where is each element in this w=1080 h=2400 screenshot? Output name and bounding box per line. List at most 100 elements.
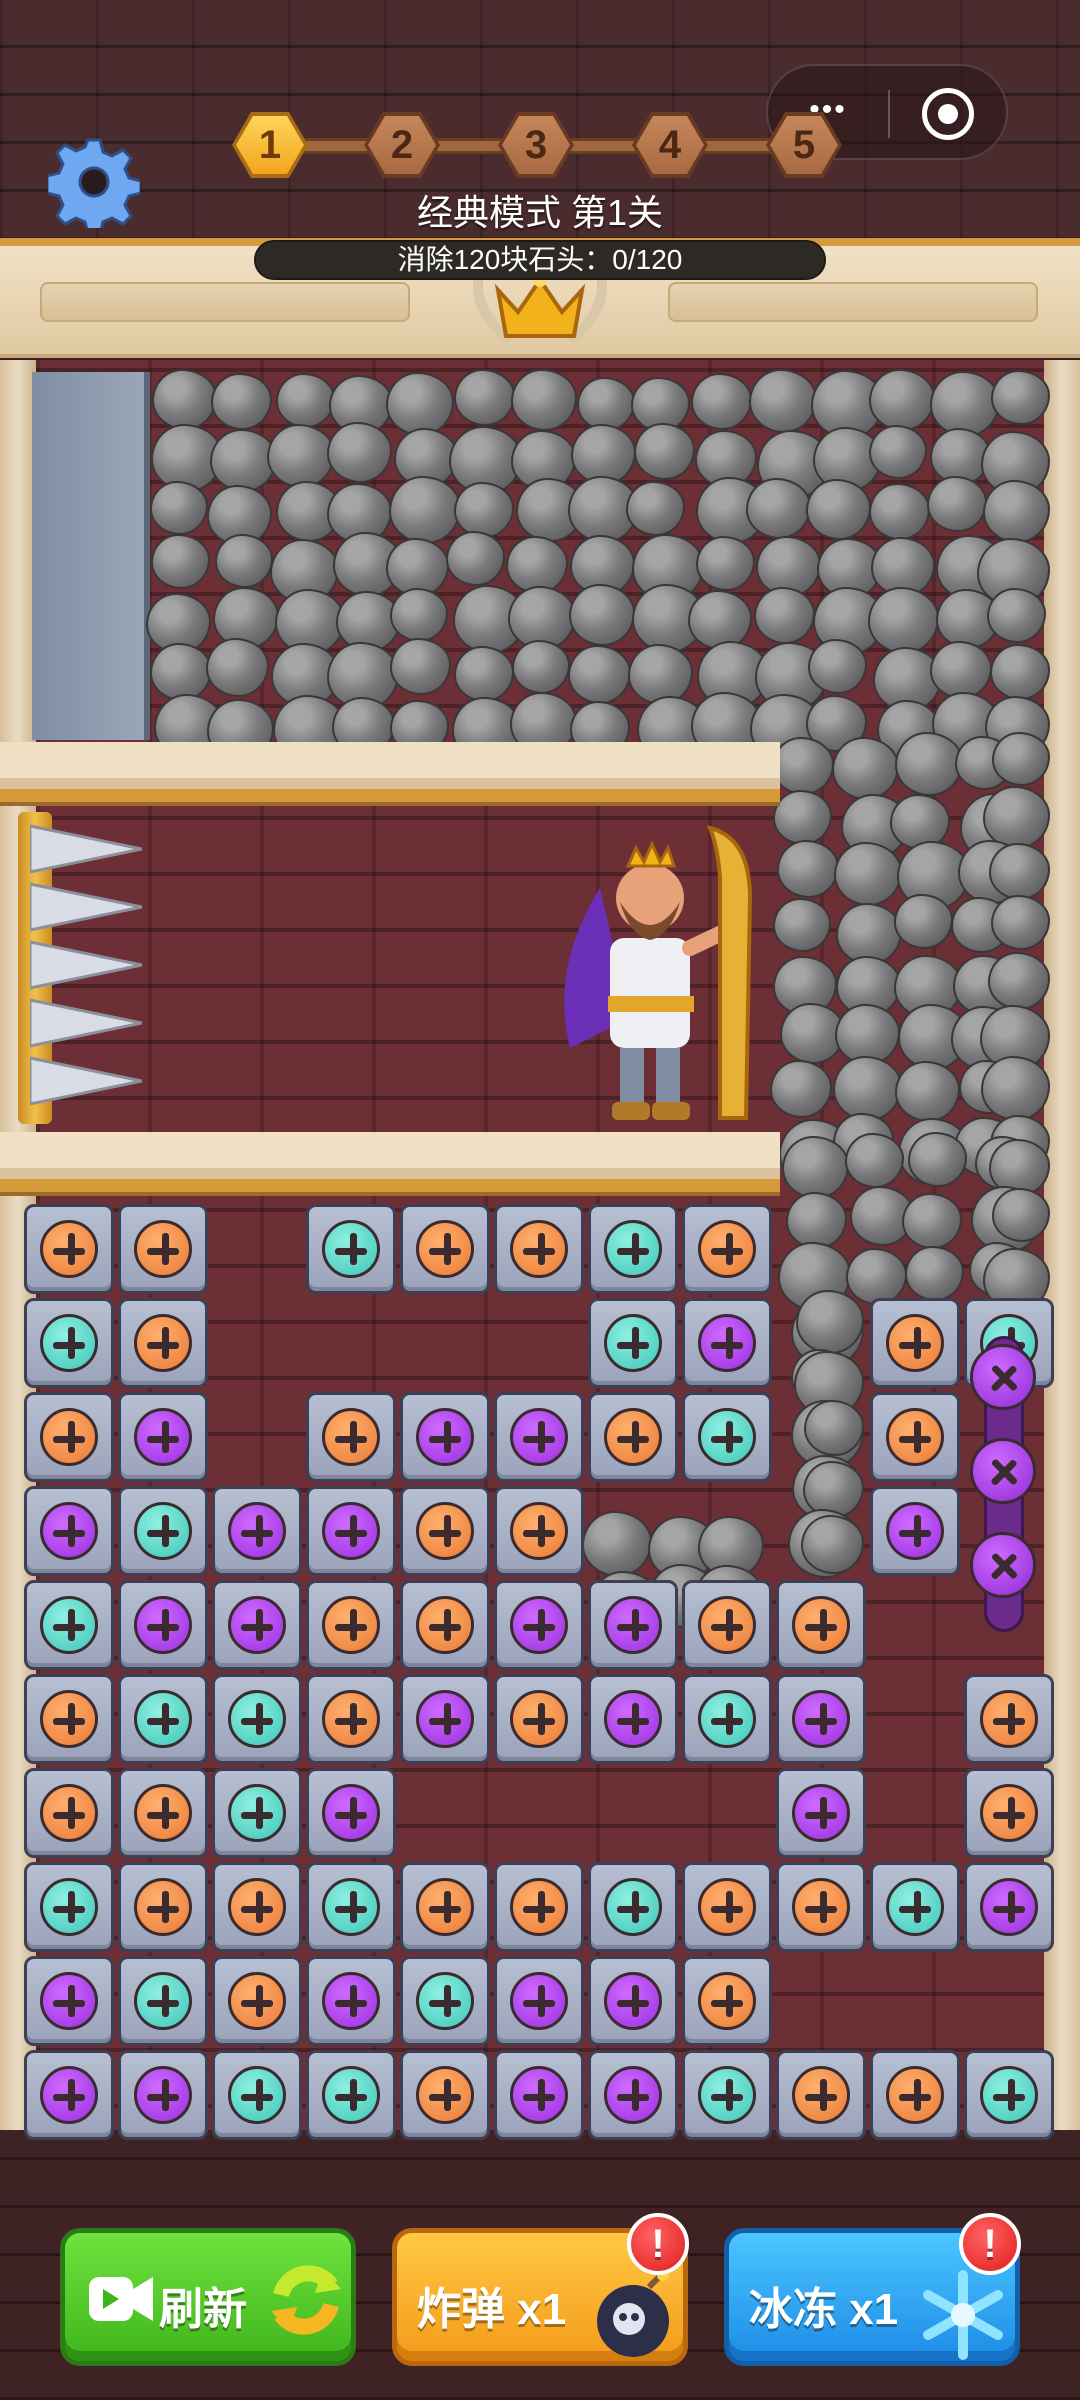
orange-screw-icon[interactable]	[604, 1408, 662, 1466]
screw-tile[interactable]	[682, 1674, 772, 1764]
screw-tile[interactable]	[306, 1580, 396, 1670]
orange-screw-icon[interactable]	[416, 1502, 474, 1560]
screw-tile[interactable]	[118, 1204, 208, 1294]
purple-screw-icon[interactable]	[604, 2066, 662, 2124]
purple-screw-icon[interactable]	[416, 1690, 474, 1748]
purple-screw-icon[interactable]	[698, 1314, 756, 1372]
teal-screw-icon[interactable]	[322, 1220, 380, 1278]
orange-screw-icon[interactable]	[416, 1878, 474, 1936]
teal-screw-icon[interactable]	[228, 2066, 286, 2124]
teal-screw-icon[interactable]	[322, 1878, 380, 1936]
purple-screw-icon[interactable]	[134, 1408, 192, 1466]
screw-tile[interactable]	[24, 1486, 114, 1576]
screw-tile[interactable]	[870, 1392, 960, 1482]
freeze-button[interactable]: 冰冻 x1 !	[724, 2213, 1021, 2366]
screw-tile[interactable]	[306, 1862, 396, 1952]
purple-screw-icon[interactable]	[604, 1972, 662, 2030]
screw-tile[interactable]	[494, 1580, 584, 1670]
screw-tile[interactable]	[494, 1862, 584, 1952]
screw-tile[interactable]	[306, 1204, 396, 1294]
purple-screw-icon[interactable]	[510, 1596, 568, 1654]
screw-tile[interactable]	[682, 2050, 772, 2140]
screw-tile[interactable]	[400, 1862, 490, 1952]
screw-tile[interactable]	[212, 1862, 302, 1952]
screw-tile[interactable]	[306, 1674, 396, 1764]
orange-screw-icon[interactable]	[134, 1878, 192, 1936]
orange-screw-icon[interactable]	[134, 1784, 192, 1842]
screw-tile[interactable]	[682, 1298, 772, 1388]
orange-screw-icon[interactable]	[40, 1220, 98, 1278]
gear-icon[interactable]	[48, 136, 140, 228]
teal-screw-icon[interactable]	[886, 1878, 944, 1936]
screw-tile[interactable]	[306, 1956, 396, 2046]
screw-tile[interactable]	[400, 1956, 490, 2046]
screw-tile[interactable]	[118, 1768, 208, 1858]
purple-screw-icon[interactable]	[40, 2066, 98, 2124]
screw-tile[interactable]	[682, 1392, 772, 1482]
orange-screw-icon[interactable]	[980, 1784, 1038, 1842]
screw-tile[interactable]	[870, 1486, 960, 1576]
purple-loose-screw-icon[interactable]	[970, 1438, 1036, 1504]
orange-screw-icon[interactable]	[510, 1878, 568, 1936]
refresh-button[interactable]: 刷新	[60, 2228, 356, 2366]
orange-screw-icon[interactable]	[698, 1972, 756, 2030]
screw-tile[interactable]	[682, 1862, 772, 1952]
screw-tile[interactable]	[24, 2050, 114, 2140]
screw-tile[interactable]	[24, 1768, 114, 1858]
teal-screw-icon[interactable]	[980, 2066, 1038, 2124]
screw-tile[interactable]	[118, 1486, 208, 1576]
screw-tile[interactable]	[964, 1674, 1054, 1764]
screw-tile[interactable]	[24, 1392, 114, 1482]
screw-tile[interactable]	[306, 1392, 396, 1482]
purple-screw-icon[interactable]	[886, 1502, 944, 1560]
orange-screw-icon[interactable]	[134, 1220, 192, 1278]
bomb-button[interactable]: 炸弹 x1 !	[392, 2213, 689, 2366]
teal-screw-icon[interactable]	[134, 1502, 192, 1560]
screw-tile[interactable]	[306, 1486, 396, 1576]
orange-screw-icon[interactable]	[322, 1690, 380, 1748]
purple-loose-screw-icon[interactable]	[970, 1344, 1036, 1410]
purple-screw-icon[interactable]	[228, 1596, 286, 1654]
orange-screw-icon[interactable]	[416, 2066, 474, 2124]
teal-screw-icon[interactable]	[604, 1314, 662, 1372]
orange-screw-icon[interactable]	[40, 1784, 98, 1842]
teal-screw-icon[interactable]	[40, 1314, 98, 1372]
teal-screw-icon[interactable]	[228, 1784, 286, 1842]
screw-tile[interactable]	[118, 1862, 208, 1952]
screw-tile[interactable]	[400, 1580, 490, 1670]
screw-tile[interactable]	[306, 1768, 396, 1858]
screw-tile[interactable]	[306, 2050, 396, 2140]
orange-screw-icon[interactable]	[698, 1220, 756, 1278]
orange-screw-icon[interactable]	[510, 1220, 568, 1278]
screw-tile[interactable]	[494, 1204, 584, 1294]
screw-tile[interactable]	[400, 1392, 490, 1482]
teal-screw-icon[interactable]	[698, 1408, 756, 1466]
screw-tile[interactable]	[964, 1862, 1054, 1952]
screw-tile[interactable]	[870, 2050, 960, 2140]
orange-screw-icon[interactable]	[792, 2066, 850, 2124]
orange-screw-icon[interactable]	[322, 1408, 380, 1466]
screw-tile[interactable]	[400, 1486, 490, 1576]
screw-tile[interactable]	[588, 1674, 678, 1764]
screw-tile[interactable]	[588, 1862, 678, 1952]
orange-screw-icon[interactable]	[886, 1314, 944, 1372]
orange-screw-icon[interactable]	[228, 1972, 286, 2030]
teal-screw-icon[interactable]	[228, 1690, 286, 1748]
screw-tile[interactable]	[776, 2050, 866, 2140]
purple-screw-icon[interactable]	[604, 1690, 662, 1748]
screw-tile[interactable]	[870, 1862, 960, 1952]
target-close-icon[interactable]	[922, 88, 974, 140]
screw-tile[interactable]	[400, 2050, 490, 2140]
screw-tile[interactable]	[212, 1674, 302, 1764]
screw-tile[interactable]	[588, 1580, 678, 1670]
screw-tile[interactable]	[588, 1392, 678, 1482]
purple-screw-icon[interactable]	[792, 1784, 850, 1842]
orange-screw-icon[interactable]	[40, 1408, 98, 1466]
screw-tile[interactable]	[400, 1204, 490, 1294]
purple-screw-icon[interactable]	[980, 1878, 1038, 1936]
teal-screw-icon[interactable]	[40, 1596, 98, 1654]
orange-screw-icon[interactable]	[416, 1596, 474, 1654]
screw-tile[interactable]	[494, 1956, 584, 2046]
screw-tile[interactable]	[212, 1580, 302, 1670]
orange-screw-icon[interactable]	[322, 1596, 380, 1654]
